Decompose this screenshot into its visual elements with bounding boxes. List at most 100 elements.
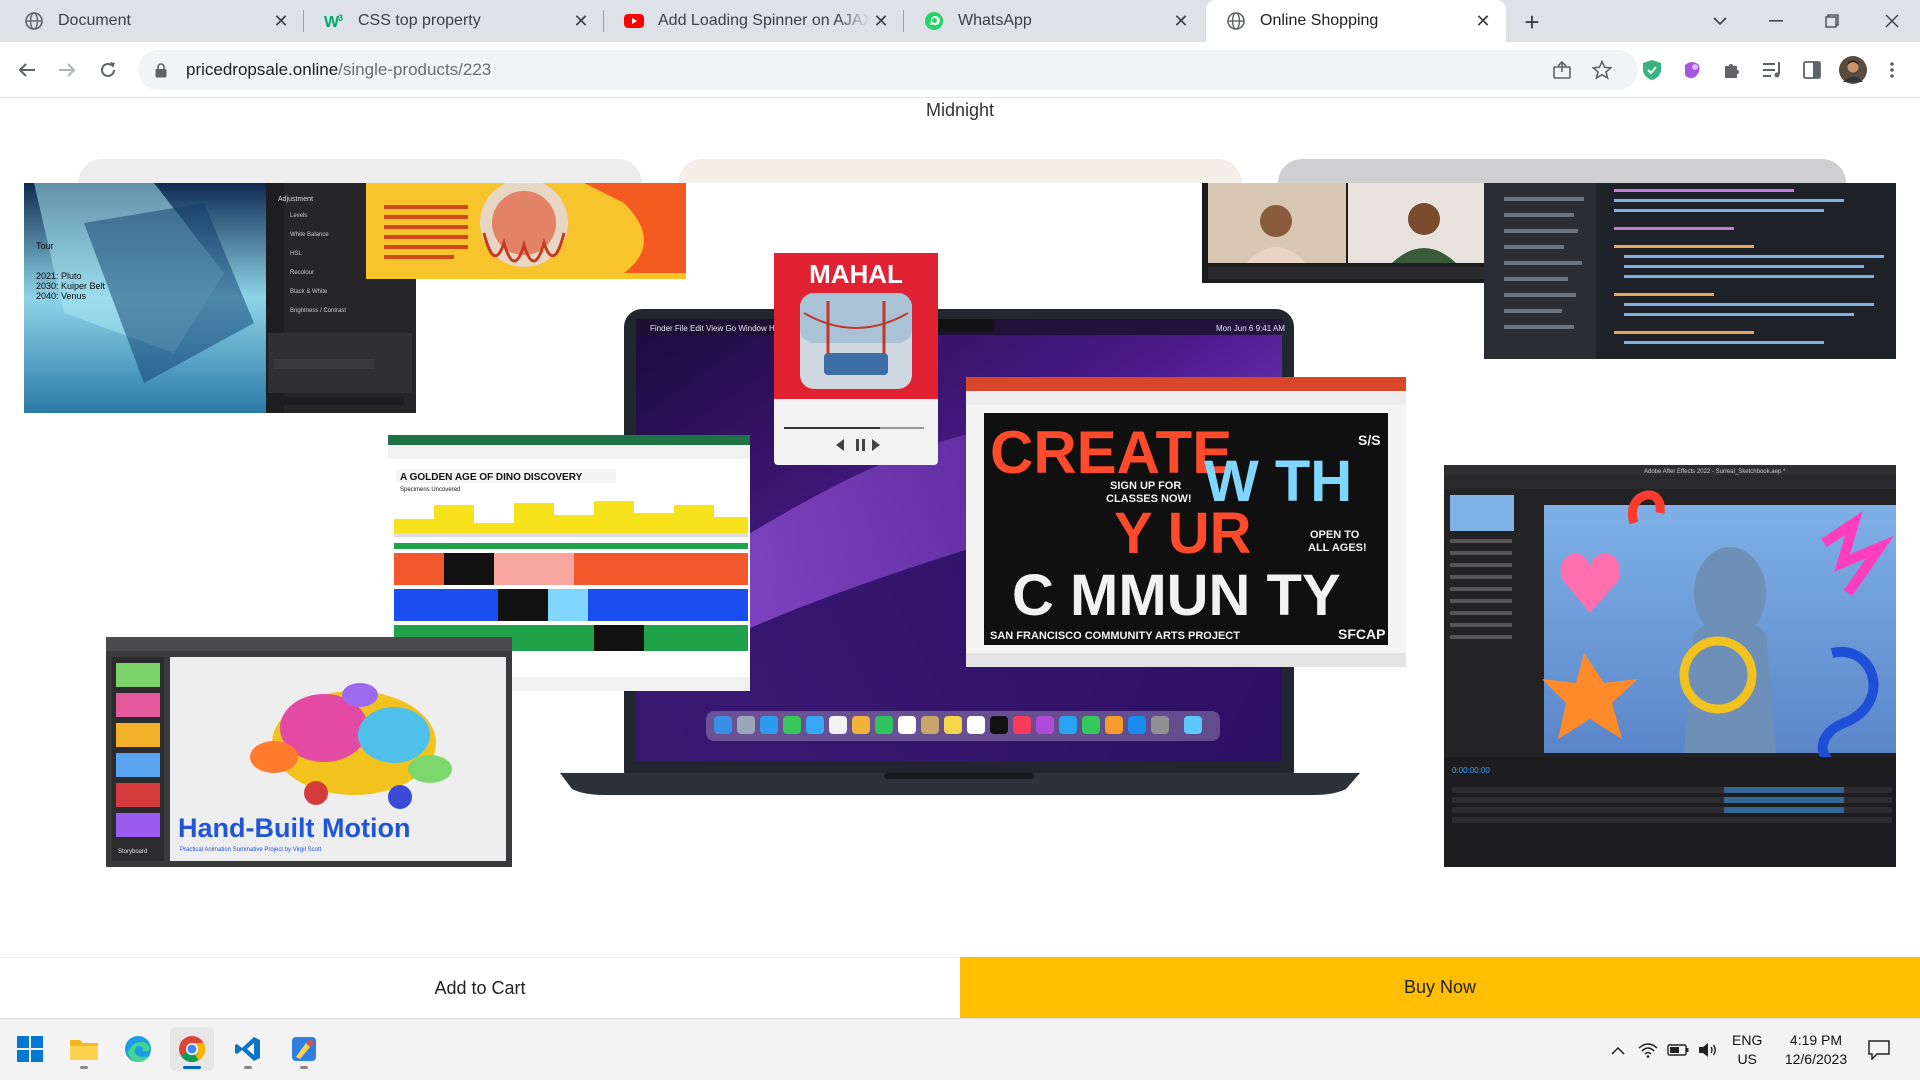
reload-button[interactable]: [90, 52, 126, 88]
sign-up-text: SIGN UP FOR: [1110, 480, 1181, 492]
tab-title: Online Shopping: [1260, 12, 1379, 29]
tab-title: CSS top property: [358, 12, 481, 29]
restore-button[interactable]: [1804, 0, 1860, 42]
classes-text: CLASSES NOW!: [1106, 493, 1192, 505]
globe-icon: [24, 11, 44, 31]
recolor-label: Recolour: [290, 270, 314, 276]
show-hidden-icons-chevron[interactable]: [1606, 1039, 1630, 1061]
hand-built-title: Hand-Built Motion: [178, 813, 410, 843]
language-code: ENG: [1732, 1032, 1763, 1048]
tour-label: Tour: [36, 241, 54, 251]
edge-button[interactable]: [116, 1027, 160, 1071]
venus-label: 2040: Venus: [36, 291, 87, 301]
clock-time: 4:19 PM: [1789, 1032, 1843, 1048]
image-card-1-edge: [78, 159, 642, 183]
code-editor-window: [1484, 183, 1896, 359]
extensions-puzzle-icon[interactable]: [1720, 58, 1744, 82]
tab-add-loading-spinner[interactable]: Add Loading Spinner on AJAX ca ✕: [604, 0, 904, 42]
vscode-button[interactable]: [226, 1027, 270, 1071]
browser-toolbar: pricedropsale.online/single-products/223: [0, 42, 1920, 98]
music-player-window: MAHAL: [774, 253, 938, 465]
tab-search-icon[interactable]: [1692, 0, 1748, 42]
chrome-button[interactable]: [170, 1027, 214, 1071]
url-path: /single-products/223: [338, 60, 492, 79]
white-balance-label: White Balance: [290, 232, 329, 238]
close-tab-icon[interactable]: ✕: [870, 10, 892, 32]
pluto-label: 2021: Pluto: [36, 271, 82, 281]
kuiper-label: 2030: Kuiper Belt: [36, 281, 106, 291]
browser-menu-icon[interactable]: [1880, 58, 1904, 82]
input-language-indicator[interactable]: ENG US: [1732, 1031, 1762, 1069]
minimize-button[interactable]: [1748, 0, 1804, 42]
reading-list-icon[interactable]: [1760, 58, 1784, 82]
chrome-icon: [179, 1036, 206, 1063]
share-icon[interactable]: [1544, 50, 1580, 90]
dino-title: A GOLDEN AGE OF DINO DISCOVERY: [400, 472, 583, 483]
file-explorer-button[interactable]: [62, 1027, 106, 1071]
paint-app-button[interactable]: [282, 1027, 326, 1071]
open-to-text: OPEN TO: [1310, 529, 1360, 541]
community-headline: C MMUN TY: [1012, 563, 1341, 628]
close-tab-icon[interactable]: ✕: [1170, 10, 1192, 32]
ss-text: S/S: [1358, 432, 1381, 448]
taskbar-clock[interactable]: 4:19 PM 12/6/2023: [1776, 1031, 1856, 1069]
dino-subtitle: Specimens Uncovered: [400, 487, 460, 493]
close-tab-icon[interactable]: ✕: [1472, 10, 1494, 32]
bookmark-star-icon[interactable]: [1584, 50, 1620, 90]
black-white-label: Black & White: [290, 289, 328, 295]
lock-icon[interactable]: [152, 62, 170, 78]
new-tab-button[interactable]: +: [1516, 6, 1548, 38]
buy-now-button[interactable]: Buy Now: [960, 957, 1920, 1018]
close-tab-icon[interactable]: ✕: [270, 10, 292, 32]
menubar-text: Finder File Edit View Go Window Help: [650, 324, 786, 333]
volume-icon[interactable]: [1696, 1039, 1720, 1061]
after-effects-window: Adobe After Effects 2022 - Surreal_Sketc…: [1444, 465, 1896, 867]
image-card-3-edge: [1278, 159, 1846, 183]
video-call-window: [1202, 183, 1502, 283]
tab-online-shopping[interactable]: Online Shopping ✕: [1206, 0, 1506, 42]
running-indicator: [300, 1066, 308, 1069]
all-ages-text: ALL AGES!: [1308, 542, 1367, 554]
battery-icon[interactable]: [1666, 1039, 1690, 1061]
youtube-icon: [624, 11, 644, 31]
tab-title: Document: [58, 12, 131, 29]
adjustment-label: Adjustment: [278, 196, 313, 203]
profile-avatar[interactable]: [1838, 55, 1868, 85]
yellow-magazine-page: [366, 183, 686, 279]
running-indicator: [183, 1066, 201, 1069]
hsl-label: HSL: [290, 251, 302, 257]
hand-built-subtitle: Practical Animation Summative Project by…: [180, 847, 322, 853]
create-headline: CREATE: [990, 419, 1232, 486]
back-button[interactable]: [9, 52, 45, 88]
side-panel-icon[interactable]: [1800, 58, 1824, 82]
windows-logo-icon: [17, 1036, 43, 1062]
running-indicator: [80, 1066, 88, 1069]
product-page: Midnight Finder File Edit View Go Window…: [0, 99, 1920, 1018]
close-window-button[interactable]: [1864, 0, 1920, 42]
your-headline: Y UR: [1114, 501, 1252, 566]
forward-button[interactable]: [49, 52, 85, 88]
tab-document[interactable]: Document ✕: [4, 0, 304, 42]
globe-icon: [1226, 11, 1246, 31]
edge-icon: [125, 1036, 151, 1062]
sfcap-text: SFCAP: [1338, 626, 1385, 642]
shield-extension-icon[interactable]: [1640, 58, 1664, 82]
storyboard-label: Storyboard: [118, 849, 147, 855]
menubar-clock: Mon Jun 6 9:41 AM: [1216, 324, 1285, 333]
sfcap-project-text: SAN FRANCISCO COMMUNITY ARTS PROJECT: [990, 630, 1240, 642]
tab-css-top-property[interactable]: W3 CSS top property ✕: [304, 0, 604, 42]
keyboard-region: US: [1737, 1051, 1757, 1067]
add-to-cart-button[interactable]: Add to Cart: [0, 957, 960, 1018]
address-bar[interactable]: pricedropsale.online/single-products/223: [138, 50, 1638, 90]
start-button[interactable]: [8, 1027, 52, 1071]
purple-extension-icon[interactable]: [1680, 58, 1704, 82]
notification-center-icon[interactable]: [1866, 1037, 1892, 1063]
close-tab-icon[interactable]: ✕: [570, 10, 592, 32]
svg-text:3: 3: [338, 13, 343, 23]
wifi-icon[interactable]: [1636, 1039, 1660, 1061]
product-hero-image[interactable]: Finder File Edit View Go Window Help Mon…: [24, 183, 1896, 883]
ae-timecode: 0:00:00:00: [1452, 766, 1490, 775]
tab-whatsapp[interactable]: WhatsApp ✕: [904, 0, 1204, 42]
product-action-bar: Add to Cart Buy Now: [0, 957, 1920, 1018]
w3schools-icon: W3: [324, 11, 344, 31]
